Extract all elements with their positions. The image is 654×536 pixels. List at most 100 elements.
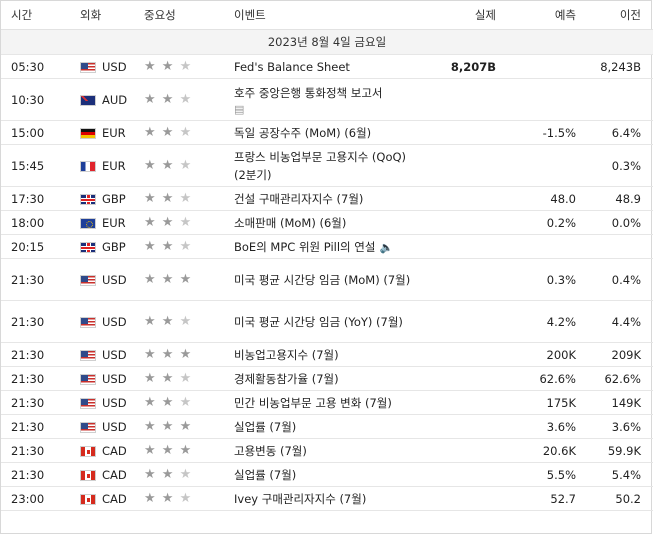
table-row[interactable]: 21:30 USD ★ ★ ★ 비농업고용지수 (7월) 200K 209K <box>1 342 653 367</box>
currency-cell: USD <box>80 258 144 301</box>
event-cell[interactable]: 고용변동 (7월) <box>234 438 418 463</box>
star-icon: ★ <box>179 419 193 434</box>
forecast-value: 175K <box>500 390 580 415</box>
table-row[interactable]: 21:30 USD ★ ★ ★ 미국 평균 시간당 임금 (MoM) (7월) 0.3%… <box>1 258 653 301</box>
event-name[interactable]: 경제활동참가율 (7월) <box>234 372 339 386</box>
header-time[interactable]: 시간 <box>1 1 80 30</box>
previous-value <box>580 78 653 121</box>
event-name[interactable]: 미국 평균 시간당 임금 (MoM) (7월) <box>234 273 410 287</box>
event-name[interactable]: 호주 중앙은행 통화정책 보고서 <box>234 86 383 100</box>
event-cell[interactable]: 실업률 (7월) <box>234 462 418 487</box>
event-name[interactable]: 소매판매 (MoM) (6월) <box>234 216 346 230</box>
event-name[interactable]: 프랑스 비농업부문 고용지수 (QoQ) (2분기) <box>234 150 406 182</box>
importance-stars: ★ ★ ★ <box>144 462 234 487</box>
actual-value <box>418 78 500 121</box>
de-flag-icon <box>80 127 96 139</box>
actual-value <box>418 120 500 145</box>
event-cell[interactable]: 미국 평균 시간당 임금 (YoY) (7월) <box>234 300 418 343</box>
event-name[interactable]: 고용변동 (7월) <box>234 444 307 458</box>
importance-stars: ★ ★ ★ <box>144 300 234 343</box>
star-icon: ★ <box>161 125 175 140</box>
event-name[interactable]: 실업률 (7월) <box>234 420 296 434</box>
event-name[interactable]: 비농업고용지수 (7월) <box>234 348 339 362</box>
us-flag-icon <box>80 316 96 328</box>
table-row[interactable]: 21:30 CAD ★ ★ ★ 실업률 (7월) 5.5% 5.4% <box>1 462 653 487</box>
table-row[interactable]: 21:30 CAD ★ ★ ★ 고용변동 (7월) 20.6K 59.9K <box>1 438 653 463</box>
star-icon: ★ <box>161 491 175 506</box>
importance-stars: ★ ★ ★ <box>144 78 234 121</box>
event-cell[interactable]: 미국 평균 시간당 임금 (MoM) (7월) <box>234 258 418 301</box>
star-icon: ★ <box>144 395 157 410</box>
event-name[interactable]: Ivey 구매관리자지수 (7월) <box>234 492 366 506</box>
table-row[interactable]: 17:30 GBP ★ ★ ★ 건설 구매관리자지수 (7월) 48.0 48.9 <box>1 186 653 211</box>
table-row[interactable]: 18:00 EUR ★ ★ ★ 소매판매 (MoM) (6월) 0.2% 0.0% <box>1 210 653 235</box>
actual-value <box>418 486 500 511</box>
currency-cell: USD <box>80 390 144 415</box>
event-cell[interactable]: 호주 중앙은행 통화정책 보고서 ▤ <box>234 78 418 121</box>
event-cell[interactable]: 민간 비농업부문 고용 변화 (7월) <box>234 390 418 415</box>
event-cell[interactable]: Ivey 구매관리자지수 (7월) <box>234 486 418 511</box>
header-actual[interactable]: 실제 <box>418 1 500 30</box>
calendar-table: 시간 외화 중요성 이벤트 실제 예측 이전 2023년 8월 4일 금요일 0… <box>1 1 653 511</box>
event-cell[interactable]: 실업률 (7월) <box>234 414 418 439</box>
currency-cell: USD <box>80 54 144 79</box>
event-name[interactable]: 민간 비농업부문 고용 변화 (7월) <box>234 396 392 410</box>
event-name[interactable]: 건설 구매관리자지수 (7월) <box>234 192 363 206</box>
actual-value <box>418 258 500 301</box>
forecast-value <box>500 54 580 79</box>
star-icon: ★ <box>144 443 157 458</box>
currency-cell: EUR <box>80 210 144 235</box>
actual-value <box>418 144 500 187</box>
currency-code: GBP <box>102 191 126 206</box>
currency-code: USD <box>102 59 127 74</box>
star-icon: ★ <box>144 92 157 107</box>
event-name[interactable]: 독일 공장수주 (MoM) (6월) <box>234 126 371 140</box>
star-icon: ★ <box>179 467 193 482</box>
event-name[interactable]: 실업률 (7월) <box>234 468 296 482</box>
forecast-value: 62.6% <box>500 366 580 391</box>
table-row[interactable]: 21:30 USD ★ ★ ★ 미국 평균 시간당 임금 (YoY) (7월) 4.2%… <box>1 300 653 343</box>
event-cell[interactable]: 비농업고용지수 (7월) <box>234 342 418 367</box>
previous-value: 209K <box>580 342 653 367</box>
currency-cell: EUR <box>80 120 144 145</box>
event-cell[interactable]: 소매판매 (MoM) (6월) <box>234 210 418 235</box>
document-icon[interactable]: ▤ <box>234 103 244 116</box>
importance-stars: ★ ★ ★ <box>144 258 234 301</box>
event-name[interactable]: BoE의 MPC 위원 Pill의 연설 <box>234 240 375 254</box>
header-importance[interactable]: 중요성 <box>144 1 234 30</box>
table-row[interactable]: 15:00 EUR ★ ★ ★ 독일 공장수주 (MoM) (6월) -1.5% 6.4% <box>1 120 653 145</box>
currency-code: USD <box>102 371 127 386</box>
importance-stars: ★ ★ ★ <box>144 120 234 145</box>
header-event[interactable]: 이벤트 <box>234 1 418 30</box>
header-previous[interactable]: 이전 <box>580 1 653 30</box>
fr-flag-icon <box>80 160 96 172</box>
previous-value: 0.0% <box>580 210 653 235</box>
table-row[interactable]: 23:00 CAD ★ ★ ★ Ivey 구매관리자지수 (7월) 52.7 50.2 <box>1 486 653 511</box>
actual-value <box>418 342 500 367</box>
currency-cell: CAD <box>80 486 144 511</box>
forecast-value: 52.7 <box>500 486 580 511</box>
star-icon: ★ <box>161 371 175 386</box>
header-forecast[interactable]: 예측 <box>500 1 580 30</box>
currency-code: USD <box>102 314 127 329</box>
event-name[interactable]: 미국 평균 시간당 임금 (YoY) (7월) <box>234 315 403 329</box>
table-row[interactable]: 05:30 USD ★ ★ ★ Fed's Balance Sheet 8,207B 8,… <box>1 54 653 79</box>
event-name[interactable]: Fed's Balance Sheet <box>234 60 350 74</box>
event-cell[interactable]: Fed's Balance Sheet <box>234 54 418 79</box>
event-cell[interactable]: BoE의 MPC 위원 Pill의 연설 🔈 <box>234 234 418 259</box>
table-row[interactable]: 21:30 USD ★ ★ ★ 민간 비농업부문 고용 변화 (7월) 175K 149K <box>1 390 653 415</box>
event-cell[interactable]: 경제활동참가율 (7월) <box>234 366 418 391</box>
table-row[interactable]: 20:15 GBP ★ ★ ★ BoE의 MPC 위원 Pill의 연설 🔈 <box>1 234 653 259</box>
table-row[interactable]: 10:30 AUD ★ ★ ★ 호주 중앙은행 통화정책 보고서 ▤ <box>1 78 653 121</box>
event-cell[interactable]: 독일 공장수주 (MoM) (6월) <box>234 120 418 145</box>
star-icon: ★ <box>144 491 157 506</box>
table-row[interactable]: 21:30 USD ★ ★ ★ 경제활동참가율 (7월) 62.6% 62.6% <box>1 366 653 391</box>
event-cell[interactable]: 프랑스 비농업부문 고용지수 (QoQ) (2분기) <box>234 144 418 187</box>
table-row[interactable]: 21:30 USD ★ ★ ★ 실업률 (7월) 3.6% 3.6% <box>1 414 653 439</box>
event-cell[interactable]: 건설 구매관리자지수 (7월) <box>234 186 418 211</box>
previous-value: 0.3% <box>580 144 653 187</box>
header-currency[interactable]: 외화 <box>80 1 144 30</box>
actual-value <box>418 414 500 439</box>
star-icon: ★ <box>161 347 175 362</box>
table-row[interactable]: 15:45 EUR ★ ★ ★ 프랑스 비농업부문 고용지수 (QoQ) (2분기) 0… <box>1 144 653 187</box>
